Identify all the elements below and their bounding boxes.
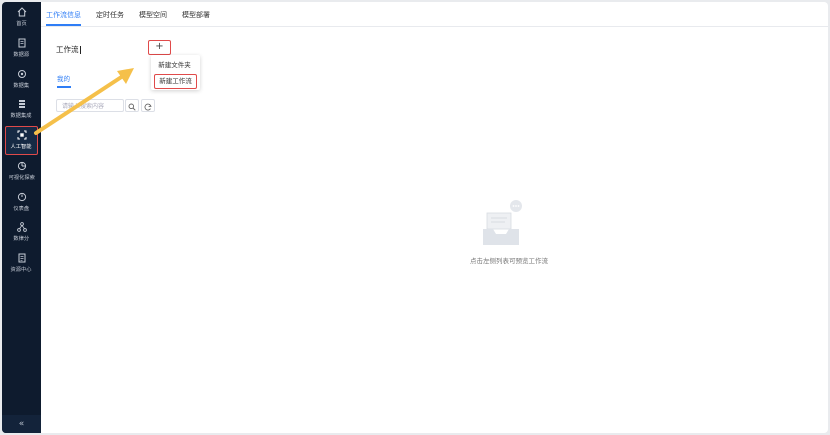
active-tab-indicator (46, 24, 81, 26)
menu-item-new-workflow[interactable]: 新建工作流 (154, 74, 197, 89)
empty-inbox-icon (479, 199, 527, 247)
refresh-icon (144, 96, 152, 115)
sidebar-item-label: 数据集 (13, 83, 30, 89)
sidebar-item-hierarchy[interactable]: 数律分 (2, 221, 41, 249)
resource-icon (16, 252, 28, 263)
sidebar: 首页 数据源 数据集 数据集成 人工智能 可视化探索 仪表盘 数律分 资源中心 … (2, 2, 41, 433)
dataset-icon (16, 68, 28, 79)
text-cursor (79, 46, 81, 54)
add-dropdown-menu: 新建文件夹 新建工作流 (151, 55, 200, 90)
sidebar-item-label: 仪表盘 (13, 206, 30, 212)
hierarchy-icon (16, 221, 28, 232)
sidebar-item-ai[interactable]: 人工智能 (5, 126, 38, 155)
tab-model-deploy[interactable]: 模型部署 (182, 10, 210, 20)
sidebar-item-resource[interactable]: 资源中心 (2, 252, 41, 280)
sidebar-item-label: 首页 (16, 21, 27, 27)
sidebar-item-dashboard[interactable]: 仪表盘 (2, 191, 41, 219)
home-icon (16, 6, 28, 17)
tab-scheduled-tasks[interactable]: 定时任务 (96, 10, 124, 20)
active-subtab-indicator (57, 86, 71, 88)
sidebar-item-label: 人工智能 (11, 144, 32, 150)
empty-state-text: 点击左侧列表可预览工作流 (470, 257, 548, 265)
tab-workflow-info[interactable]: 工作流信息 (46, 10, 81, 20)
chart-explore-icon (16, 160, 28, 171)
dashboard-icon (16, 191, 28, 202)
tab-model-space[interactable]: 模型空间 (139, 10, 167, 20)
sidebar-item-integration[interactable]: 数据集成 (2, 98, 41, 126)
sidebar-item-home[interactable]: 首页 (2, 6, 41, 34)
workflow-heading: 工作流 (56, 44, 81, 55)
database-icon (16, 37, 28, 48)
sidebar-item-visual-explore[interactable]: 可视化探索 (2, 160, 41, 188)
double-chevron-left-icon: « (18, 419, 25, 429)
tab-bar: 工作流信息 定时任务 模型空间 模型部署 (41, 2, 828, 27)
search-icon (128, 96, 136, 115)
app-window: 首页 数据源 数据集 数据集成 人工智能 可视化探索 仪表盘 数律分 资源中心 … (2, 2, 828, 433)
sidebar-item-label: 数据源 (13, 52, 30, 58)
search-input[interactable]: 请输入搜索内容 (56, 99, 124, 112)
sidebar-item-datasource[interactable]: 数据源 (2, 37, 41, 65)
integration-icon (16, 98, 28, 109)
sidebar-item-label: 数律分 (13, 236, 30, 242)
sidebar-item-label: 数据集成 (11, 113, 32, 119)
workflow-title-text: 工作流 (56, 45, 79, 54)
sidebar-item-label: 可视化探索 (8, 175, 35, 181)
refresh-button[interactable] (141, 99, 155, 112)
sidebar-item-label: 资源中心 (11, 267, 32, 273)
main-area: 工作流信息 定时任务 模型空间 模型部署 工作流 + 新建文件夹 新建工作流 我… (41, 2, 828, 433)
ai-icon (16, 129, 28, 140)
sidebar-item-dataset[interactable]: 数据集 (2, 68, 41, 96)
search-button[interactable] (125, 99, 139, 112)
menu-item-new-folder[interactable]: 新建文件夹 (154, 59, 195, 72)
collapse-sidebar-button[interactable]: « (2, 415, 41, 433)
add-button[interactable]: + (148, 40, 171, 55)
tab-mine[interactable]: 我的 (57, 73, 70, 83)
plus-icon: + (155, 41, 164, 52)
